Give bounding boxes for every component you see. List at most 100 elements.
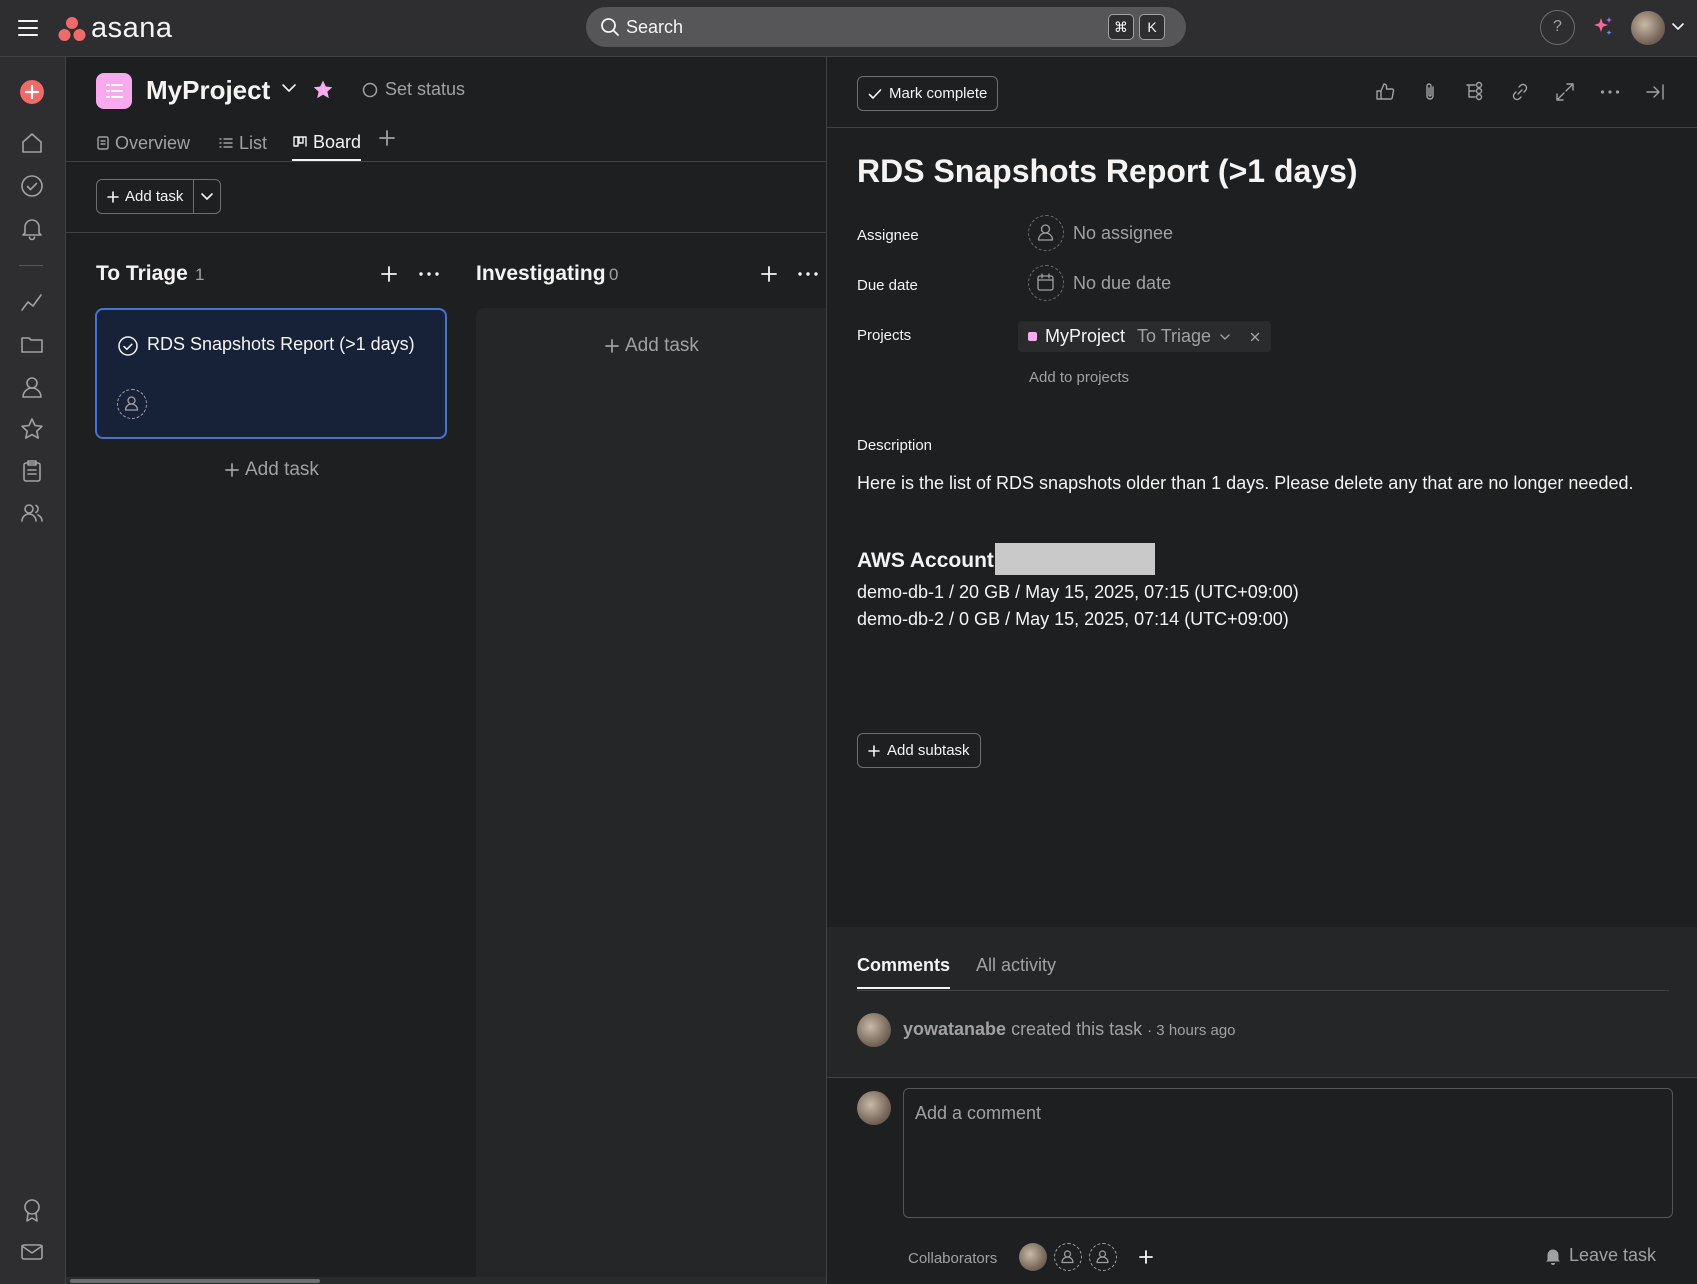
comment-input[interactable]: Add a comment — [903, 1088, 1673, 1218]
set-status-button[interactable]: Set status — [362, 79, 465, 100]
column-more-icon[interactable] — [418, 265, 440, 283]
add-task-label: Add task — [245, 459, 319, 480]
plus-icon — [107, 190, 119, 203]
scrollbar-thumb[interactable] — [70, 1279, 320, 1283]
top-bar: asana Search ⌘ K ? — [0, 0, 1697, 57]
mark-complete-button[interactable]: Mark complete — [857, 76, 999, 111]
tab-label: Overview — [115, 132, 191, 153]
user-avatar[interactable] — [1631, 11, 1665, 45]
horizontal-scrollbar[interactable] — [66, 1277, 826, 1284]
copy-link-icon[interactable] — [1509, 81, 1531, 103]
project-section-dropdown[interactable]: To Triage — [1137, 326, 1211, 347]
project-pill-name[interactable]: MyProject — [1045, 326, 1125, 347]
tab-comments[interactable]: Comments — [857, 955, 951, 989]
sparkle-icon[interactable] — [1591, 15, 1615, 39]
set-status-label: Set status — [385, 79, 466, 99]
help-button[interactable]: ? — [1540, 10, 1575, 45]
task-detail-toolbar: Mark complete — [827, 57, 1697, 128]
column-title-to-triage[interactable]: To Triage — [96, 262, 188, 286]
mail-icon[interactable] — [19, 1239, 45, 1265]
overview-doc-icon — [97, 136, 109, 150]
asana-logo[interactable]: asana — [58, 12, 173, 45]
tab-all-activity[interactable]: All activity — [976, 955, 1056, 989]
add-collaborator-plus-icon[interactable] — [1132, 1243, 1160, 1271]
complete-check-icon[interactable] — [117, 335, 139, 357]
create-plus-icon[interactable] — [19, 79, 45, 105]
add-task-link[interactable]: Add task — [605, 335, 699, 357]
add-to-projects-link[interactable]: Add to projects — [1029, 369, 1129, 386]
collaborator-avatar[interactable] — [1019, 1243, 1047, 1271]
collaborator-placeholder[interactable] — [1089, 1243, 1117, 1271]
close-icon[interactable] — [1249, 331, 1261, 343]
task-card-title: RDS Snapshots Report (>1 days) — [147, 334, 415, 354]
invite-badge-icon[interactable] — [19, 1197, 45, 1223]
comment-placeholder: Add a comment — [915, 1103, 1042, 1123]
column-add-plus-icon[interactable] — [380, 265, 398, 283]
favorites-star-icon[interactable] — [19, 416, 45, 442]
add-task-button[interactable]: Add task — [96, 179, 222, 214]
person-icon — [1037, 224, 1054, 241]
add-task-dropdown[interactable] — [194, 180, 220, 213]
tab-board[interactable]: Board — [292, 125, 362, 161]
column-count: 0 — [609, 265, 619, 284]
like-thumb-icon[interactable] — [1374, 81, 1396, 103]
subtasks-icon[interactable] — [1464, 81, 1486, 103]
divider — [857, 990, 1669, 991]
my-tasks-icon[interactable] — [19, 173, 45, 199]
activity-user[interactable]: yowatanabe — [903, 1019, 1006, 1039]
collaborator-placeholder[interactable] — [1054, 1243, 1082, 1271]
due-date-placeholder[interactable] — [1028, 265, 1064, 301]
portfolios-folder-icon[interactable] — [19, 331, 45, 357]
more-actions-icon[interactable] — [1599, 81, 1621, 103]
bell-icon — [1546, 1249, 1560, 1265]
column-add-plus-icon[interactable] — [760, 265, 778, 283]
attachment-paperclip-icon[interactable] — [1419, 81, 1441, 103]
star-icon[interactable] — [312, 79, 334, 101]
tab-overview[interactable]: Overview — [96, 125, 190, 161]
projects-clipboard-icon[interactable] — [19, 458, 45, 484]
list-icon — [219, 138, 233, 148]
search-bar[interactable]: Search ⌘ K — [586, 7, 1186, 47]
plus-icon — [868, 744, 880, 757]
search-label: Search — [626, 17, 684, 37]
expand-icon[interactable] — [1554, 81, 1576, 103]
column-more-icon[interactable] — [797, 265, 819, 283]
tab-list[interactable]: List — [218, 125, 267, 161]
teams-people-icon[interactable] — [19, 500, 45, 526]
assignee-value[interactable]: No assignee — [1073, 223, 1173, 244]
card-assignee-avatar[interactable] — [117, 389, 147, 419]
reporting-icon[interactable] — [19, 289, 45, 315]
check-icon — [868, 88, 882, 99]
leave-task-button[interactable]: Leave task — [1543, 1245, 1656, 1266]
chevron-down-icon[interactable] — [280, 82, 298, 94]
add-task-link[interactable]: Add task — [225, 459, 319, 481]
column-title-investigating[interactable]: Investigating — [476, 262, 606, 286]
add-subtask-button[interactable]: Add subtask — [857, 733, 981, 768]
status-circle-icon — [362, 82, 378, 97]
inbox-bell-icon[interactable] — [19, 215, 45, 241]
chevron-down-icon[interactable] — [1219, 333, 1231, 341]
add-task-label: Add task — [625, 335, 699, 356]
person-icon — [124, 396, 139, 411]
project-title[interactable]: MyProject — [146, 75, 270, 106]
close-panel-icon[interactable] — [1644, 81, 1666, 103]
mark-complete-label: Mark complete — [889, 85, 988, 102]
hamburger-icon[interactable] — [16, 16, 40, 40]
chevron-down-icon[interactable] — [1671, 22, 1685, 32]
home-icon[interactable] — [19, 130, 45, 156]
calendar-icon — [1037, 273, 1054, 291]
project-pill[interactable]: MyProject To Triage — [1018, 321, 1272, 352]
assignee-avatar-placeholder[interactable] — [1028, 215, 1064, 251]
goals-person-icon[interactable] — [19, 374, 45, 400]
description-text[interactable]: Here is the list of RDS snapshots older … — [857, 473, 1633, 494]
due-date-value[interactable]: No due date — [1073, 273, 1171, 294]
left-rail — [0, 57, 66, 1284]
task-card[interactable]: RDS Snapshots Report (>1 days) — [95, 308, 447, 439]
asana-dots-icon — [58, 16, 86, 41]
add-tab-plus-icon[interactable] — [378, 129, 396, 147]
project-list-icon — [96, 73, 132, 109]
plus-icon — [605, 339, 619, 353]
add-task-main[interactable]: Add task — [97, 180, 195, 213]
avatar[interactable] — [857, 1013, 891, 1047]
task-title[interactable]: RDS Snapshots Report (>1 days) — [857, 153, 1358, 190]
